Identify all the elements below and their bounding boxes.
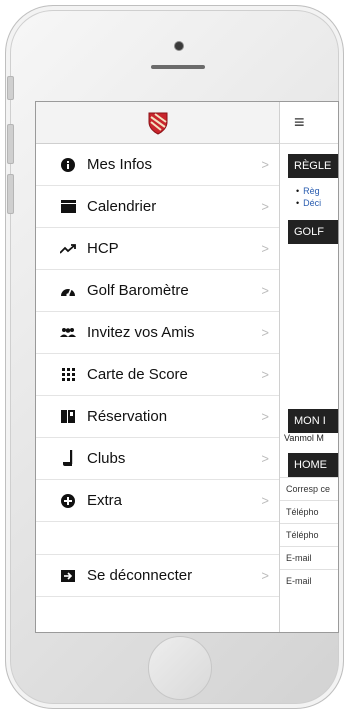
menu-item-label: Invitez vos Amis — [87, 324, 195, 341]
home-button[interactable] — [148, 636, 212, 700]
users-icon — [57, 327, 79, 338]
menu-item-reservation[interactable]: Réservation > — [36, 396, 279, 438]
chevron-right-icon: > — [261, 451, 269, 466]
member-name: Vanmol M — [284, 433, 324, 443]
menu-item-label: Clubs — [87, 450, 126, 467]
mute-switch — [7, 76, 14, 100]
rule-link[interactable]: Règ — [296, 186, 338, 198]
logout-icon — [57, 569, 79, 582]
volume-down-button — [7, 174, 14, 214]
chevron-right-icon: > — [261, 325, 269, 340]
calendar-icon — [57, 200, 79, 213]
content-topbar: ≡ — [280, 102, 338, 144]
phone-frame: Mes Infos > Calendrier > HCP > Golf Baro… — [5, 5, 344, 709]
menu-item-hcp[interactable]: HCP > — [36, 228, 279, 270]
menu-item-calendrier[interactable]: Calendrier > — [36, 186, 279, 228]
menu-header — [36, 102, 279, 144]
screen: Mes Infos > Calendrier > HCP > Golf Baro… — [35, 101, 339, 633]
menu-item-label: Réservation — [87, 408, 168, 425]
info-row: E-mail — [280, 546, 338, 569]
front-camera — [175, 42, 183, 50]
hamburger-menu-icon[interactable]: ≡ — [294, 112, 305, 133]
info-icon — [57, 157, 79, 172]
info-row: E-mail — [280, 569, 338, 592]
section-header-golf: GOLF — [288, 220, 338, 244]
menu-item-label: Mes Infos — [87, 156, 153, 173]
chevron-right-icon: > — [261, 409, 269, 424]
volume-up-button — [7, 124, 14, 164]
menu-item-mes-infos[interactable]: Mes Infos > — [36, 144, 279, 186]
chevron-right-icon: > — [261, 367, 269, 382]
info-row: Télépho — [280, 523, 338, 546]
book-icon — [57, 410, 79, 423]
gauge-icon — [57, 284, 79, 298]
menu-item-invitez-vos-amis[interactable]: Invitez vos Amis > — [36, 312, 279, 354]
info-row: Corresp ce — [280, 477, 338, 500]
menu-list: Mes Infos > Calendrier > HCP > Golf Baro… — [36, 144, 279, 522]
menu-item-label: Calendrier — [87, 198, 157, 215]
section-header-regles: RÈGLE — [288, 154, 338, 178]
speaker-grille — [151, 65, 205, 69]
chevron-right-icon: > — [261, 241, 269, 256]
rules-links: Règ Déci — [296, 186, 338, 210]
section-header-home: HOME — [288, 453, 338, 477]
menu-item-label: HCP — [87, 240, 119, 257]
club-crest-logo — [148, 112, 167, 135]
menu-item-extra[interactable]: Extra > — [36, 480, 279, 522]
chevron-right-icon: > — [261, 199, 269, 214]
menu-item-label: Extra — [87, 492, 123, 509]
plus-circle-icon — [57, 493, 79, 508]
section-header-mon: MON I — [288, 409, 338, 433]
menu-item-carte-de-score[interactable]: Carte de Score > — [36, 354, 279, 396]
chevron-right-icon: > — [261, 283, 269, 298]
menu-item-clubs[interactable]: Clubs > — [36, 438, 279, 480]
chevron-right-icon: > — [261, 157, 269, 172]
grid-icon — [57, 368, 79, 381]
logout-button[interactable]: Se déconnecter > — [36, 554, 279, 597]
main-content: ≡ RÈGLE Règ Déci GOLF MON I Vanmol M HOM… — [280, 102, 338, 632]
chevron-right-icon: > — [261, 568, 269, 583]
menu-item-label: Carte de Score — [87, 366, 188, 383]
menu-item-golf-barometre[interactable]: Golf Baromètre > — [36, 270, 279, 312]
rule-link[interactable]: Déci — [296, 198, 338, 210]
logout-label: Se déconnecter — [87, 567, 193, 584]
info-row: Télépho — [280, 500, 338, 523]
side-menu: Mes Infos > Calendrier > HCP > Golf Baro… — [36, 102, 280, 632]
golf-club-icon — [57, 450, 79, 467]
menu-spacer — [36, 522, 279, 554]
trend-icon — [57, 243, 79, 254]
chevron-right-icon: > — [261, 493, 269, 508]
menu-item-label: Golf Baromètre — [87, 282, 189, 299]
